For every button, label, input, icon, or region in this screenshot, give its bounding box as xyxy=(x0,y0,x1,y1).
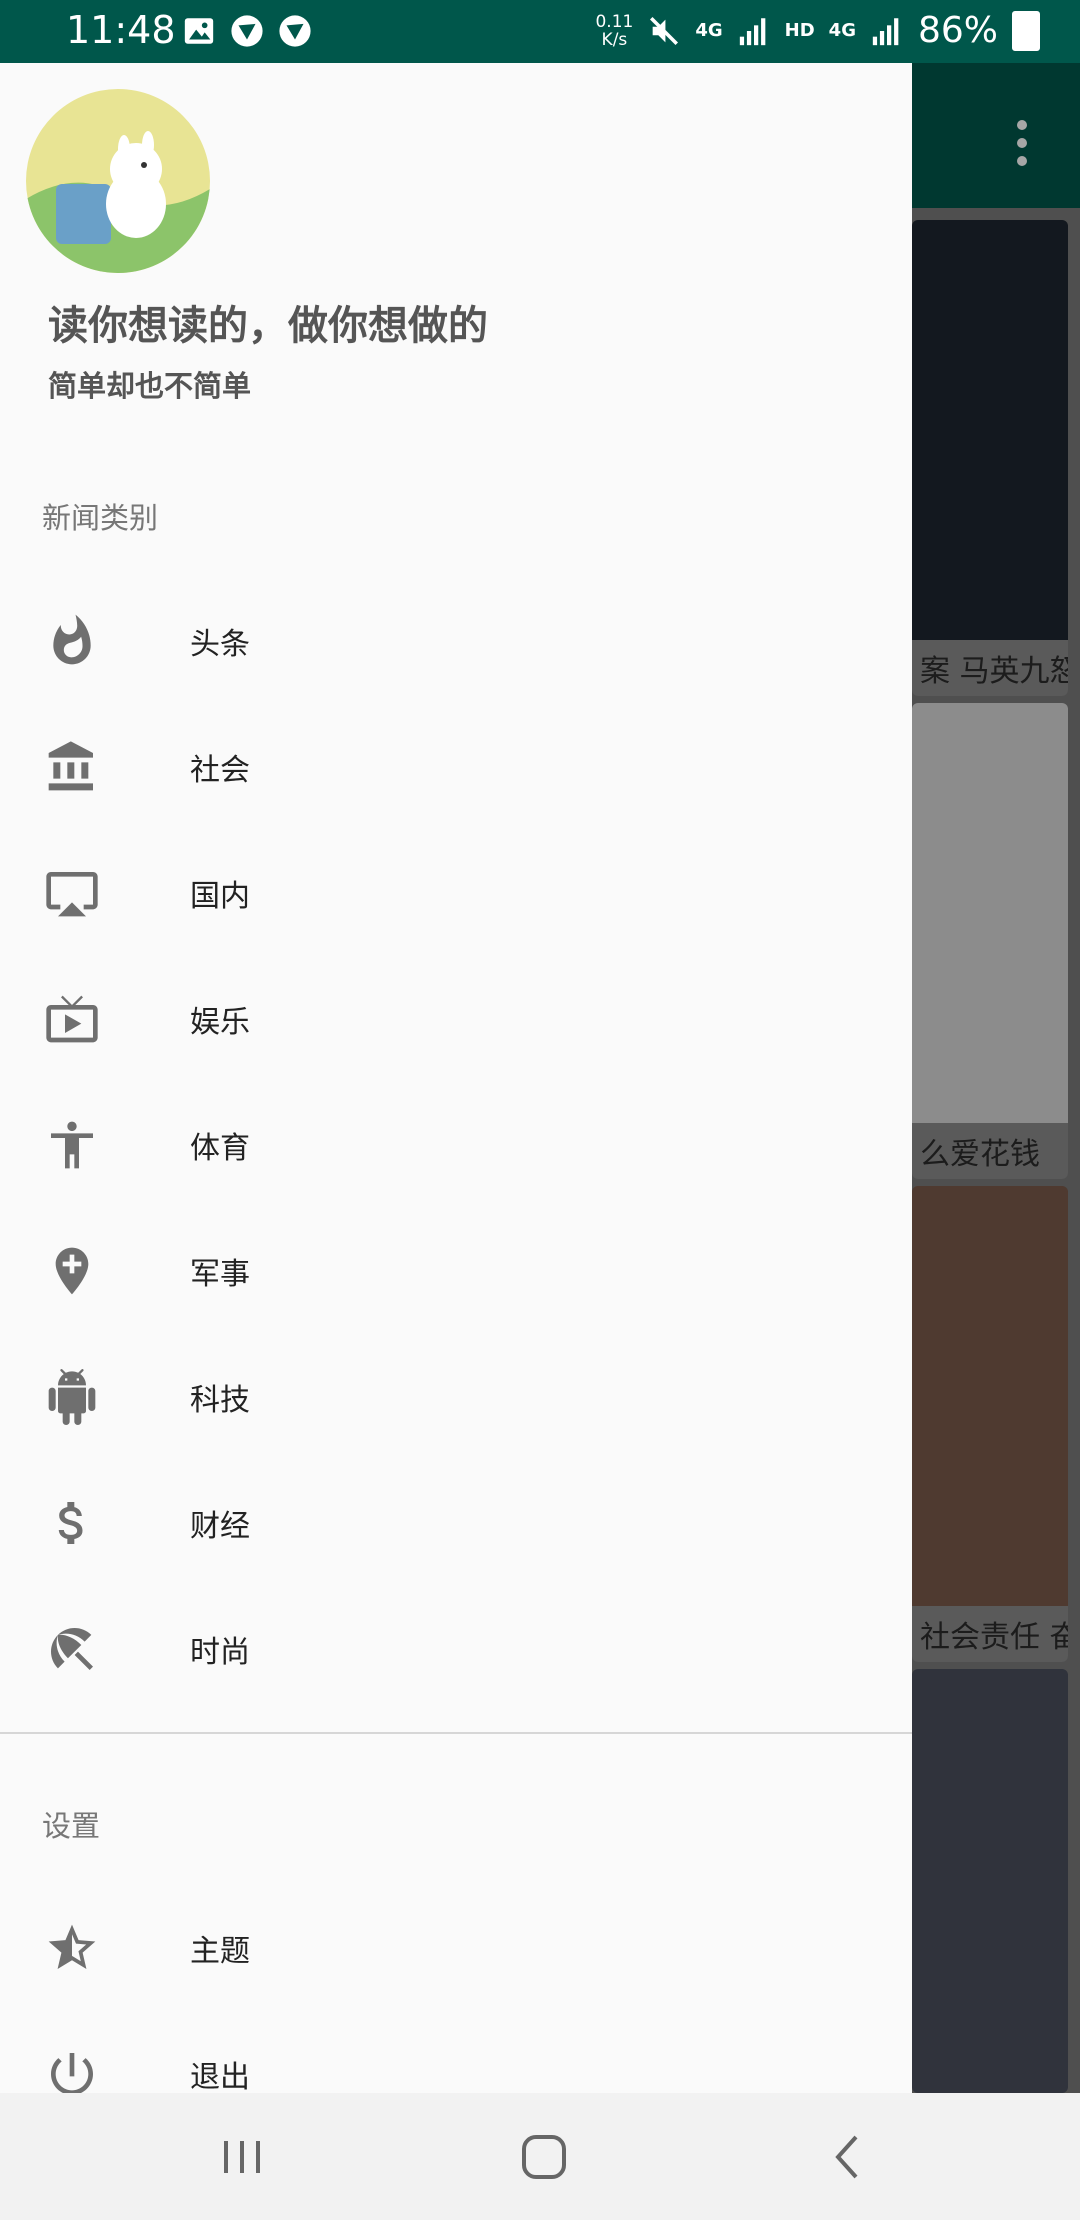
mute-icon xyxy=(650,16,679,45)
menu-label-technology: 科技 xyxy=(190,1383,250,1418)
battery-percent: 86% xyxy=(917,10,998,51)
drawer-divider xyxy=(0,1732,912,1734)
network-type-3: 4G xyxy=(828,20,856,41)
menu-label-domestic: 国内 xyxy=(190,879,250,914)
section-header-settings: 设置 xyxy=(42,1809,101,1843)
star-half-icon xyxy=(48,1924,96,1969)
drawer-tagline: 读你想读的，做你想做的 xyxy=(48,303,488,349)
home-icon[interactable] xyxy=(514,2127,574,2187)
menu-label-theme: 主题 xyxy=(190,1934,250,1969)
navigation-drawer: 读你想读的，做你想做的 简单却也不简单 新闻类别 头条 社会 国内 娱乐 体育 … xyxy=(0,63,912,2095)
signal-icon-2 xyxy=(872,17,899,45)
bank-icon xyxy=(48,741,93,791)
dollar-icon xyxy=(58,1502,83,1544)
menu-item-sports[interactable]: 体育 xyxy=(0,1082,912,1208)
drawer-subtagline: 简单却也不简单 xyxy=(48,369,252,403)
status-bar: 11:48 0.11 K/s 4G HD 4G 86% xyxy=(0,0,1080,63)
android-icon xyxy=(48,1369,96,1425)
menu-item-fashion[interactable]: 时尚 xyxy=(0,1586,912,1712)
network-type-1: 4G xyxy=(695,20,723,41)
menu-item-domestic[interactable]: 国内 xyxy=(0,830,912,956)
avatar-illustration xyxy=(26,89,210,273)
menu-item-finance[interactable]: 财经 xyxy=(0,1460,912,1586)
network-speed: 0.11 K/s xyxy=(595,13,633,49)
menu-item-entertainment[interactable]: 娱乐 xyxy=(0,956,912,1082)
location-plus-icon xyxy=(55,1247,89,1295)
app-notification-icon xyxy=(231,15,263,47)
menu-label-military: 军事 xyxy=(190,1257,250,1292)
person-icon xyxy=(51,1121,93,1169)
menu-item-headlines[interactable]: 头条 xyxy=(0,578,912,704)
back-icon[interactable] xyxy=(818,2127,878,2187)
menu-item-theme[interactable]: 主题 xyxy=(0,1885,912,2011)
tv-icon xyxy=(46,995,98,1043)
menu-label-logout: 退出 xyxy=(190,2060,250,2095)
system-nav-bar xyxy=(0,2093,1080,2220)
menu-label-entertainment: 娱乐 xyxy=(190,1005,250,1040)
menu-item-technology[interactable]: 科技 xyxy=(0,1334,912,1460)
status-time: 11:48 xyxy=(66,8,176,52)
fire-icon xyxy=(53,614,91,665)
menu-label-sports: 体育 xyxy=(190,1131,250,1166)
section-header-news: 新闻类别 xyxy=(42,501,159,535)
menu-label-headlines: 头条 xyxy=(190,627,250,662)
menu-item-military[interactable]: 军事 xyxy=(0,1208,912,1334)
avatar[interactable] xyxy=(26,89,210,273)
menu-label-fashion: 时尚 xyxy=(190,1635,250,1670)
notification-icons xyxy=(182,14,312,48)
menu-label-finance: 财经 xyxy=(190,1509,250,1544)
menu-item-society[interactable]: 社会 xyxy=(0,704,912,830)
image-notification-icon xyxy=(184,18,214,44)
airplay-icon xyxy=(46,872,98,917)
signal-icon xyxy=(739,17,765,45)
beach-umbrella-icon xyxy=(51,1628,93,1670)
menu-label-society: 社会 xyxy=(190,753,250,788)
network-type-2: HD xyxy=(784,20,815,41)
status-right: 0.11 K/s 4G HD 4G 86% xyxy=(595,10,1040,51)
app-notification-icon-2 xyxy=(279,15,311,47)
battery-icon xyxy=(1012,10,1040,51)
network-speed-value: 0.11 xyxy=(595,11,634,32)
network-speed-unit: K/s xyxy=(601,29,628,50)
recent-apps-icon[interactable] xyxy=(212,2127,272,2187)
